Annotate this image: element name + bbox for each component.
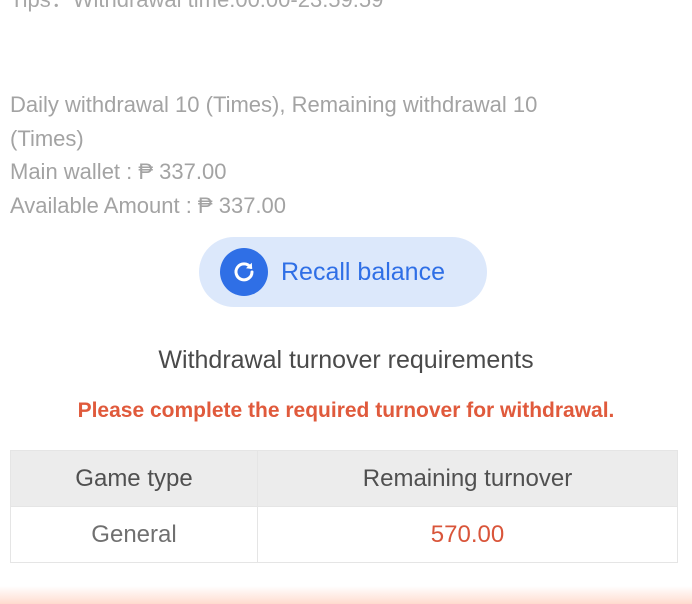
daily-withdrawal-text: Daily withdrawal 10 (Times), Remaining w… (10, 92, 538, 151)
recall-balance-button[interactable]: Recall balance (199, 237, 487, 307)
turnover-warning: Please complete the required turnover fo… (77, 399, 615, 422)
table-header-row: Game type Remaining turnover (11, 451, 677, 506)
remaining-turnover-cell: 570.00 (430, 520, 505, 548)
recall-balance-label: Recall balance (281, 257, 445, 286)
withdrawal-info: Daily withdrawal 10 (Times), Remaining w… (10, 88, 610, 222)
refresh-icon (220, 248, 268, 296)
main-wallet-text: Main wallet : ₱ 337.00 (10, 159, 227, 184)
available-amount-text: Available Amount : ₱ 337.00 (10, 192, 287, 218)
column-header-game-type: Game type (11, 451, 258, 506)
column-header-remaining-turnover: Remaining turnover (362, 464, 573, 492)
turnover-table: Game type Remaining turnover General 570… (10, 450, 678, 563)
turnover-title: Withdrawal turnover requirements (158, 346, 534, 374)
withdrawal-time-tips: Tips：Withdrawal time:00:00-23:59:59 (10, 0, 383, 13)
game-type-cell: General (11, 507, 258, 562)
table-row: General 570.00 (11, 506, 677, 562)
bottom-button-edge (0, 586, 692, 604)
